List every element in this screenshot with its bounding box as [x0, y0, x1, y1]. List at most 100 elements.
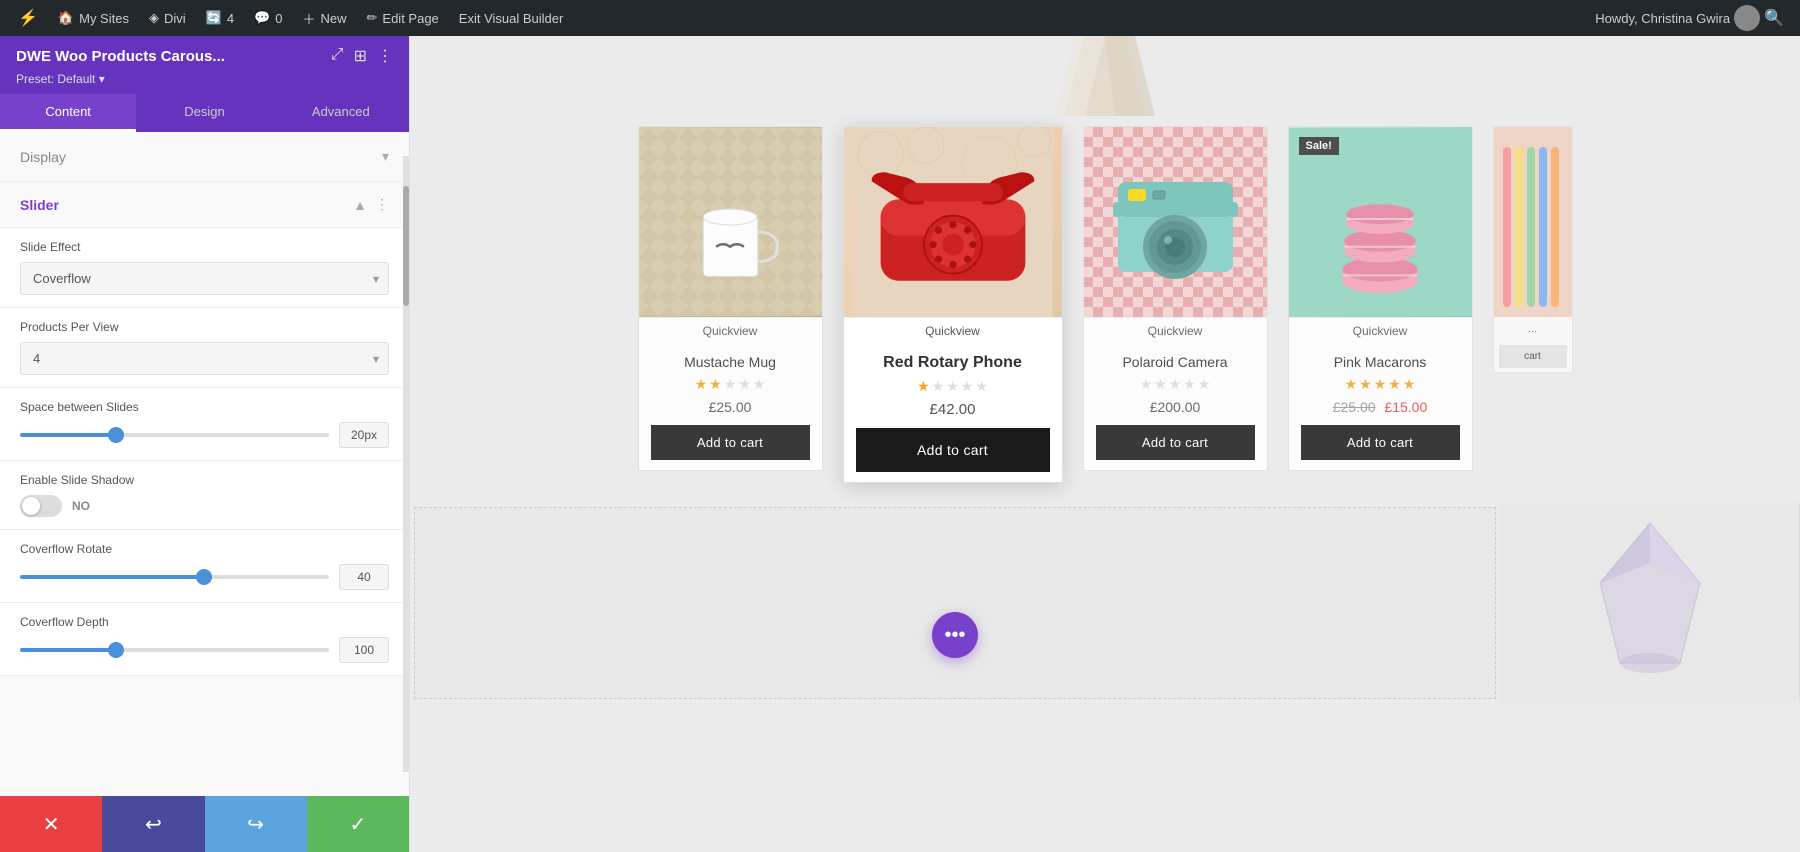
product-image-partial — [1493, 127, 1573, 317]
add-to-cart-mug[interactable]: Add to cart — [651, 425, 810, 460]
exit-visual-builder-btn[interactable]: Exit Visual Builder — [449, 0, 574, 36]
settings-panel: DWE Woo Products Carous... ⤢ ⊞ ⋮ Preset:… — [0, 36, 410, 852]
coverflow-depth-label: Coverflow Depth — [20, 615, 389, 629]
updates-icon: 🔄 — [206, 10, 222, 26]
product-price-phone: £42.00 — [856, 401, 1050, 418]
product-price-mug: £25.00 — [651, 399, 810, 415]
product-card-camera: Quickview Polaroid Camera ★ ★ ★ ★ ★ £200… — [1083, 126, 1268, 471]
coverflow-depth-value: 100 — [339, 637, 389, 663]
user-menu[interactable]: Howdy, Christina Gwira 🔍 — [1595, 5, 1792, 31]
products-per-view-field: Products Per View 123456 ▾ — [0, 308, 409, 388]
products-per-view-select[interactable]: 123456 — [20, 342, 389, 375]
fab-button[interactable]: ••• — [932, 612, 978, 658]
plus-icon: ＋ — [302, 9, 315, 28]
partial-info: ... — [1493, 317, 1573, 341]
star2: ★ — [1154, 376, 1167, 393]
space-between-slides-field: Space between Slides 20px — [0, 388, 409, 461]
divi-icon: ◈ — [149, 10, 159, 26]
coverflow-depth-slider[interactable] — [20, 648, 329, 652]
slide-effect-label: Slide Effect — [20, 240, 389, 254]
slide-effect-select[interactable]: Coverflow Fade Slide Flip Cube — [20, 262, 389, 295]
coverflow-rotate-value: 40 — [339, 564, 389, 590]
comments-menu[interactable]: 💬 0 — [244, 0, 292, 36]
coverflow-rotate-slider[interactable] — [20, 575, 329, 579]
house-icon: 🏠 — [58, 10, 74, 26]
product-card-phone: Quickview Red Rotary Phone ★ ★ ★ ★ ★ £42… — [843, 126, 1063, 483]
quickview-bar-camera[interactable]: Quickview — [1084, 317, 1267, 344]
enable-slide-shadow-label: Enable Slide Shadow — [20, 473, 389, 487]
confirm-icon: ✓ — [349, 812, 366, 837]
add-to-cart-camera[interactable]: Add to cart — [1096, 425, 1255, 460]
star3: ★ — [1374, 376, 1387, 393]
resize-icon[interactable]: ⤢ — [331, 46, 344, 66]
space-between-slider[interactable] — [20, 433, 329, 437]
slider-more-icon[interactable]: ⋮ — [375, 196, 389, 213]
enable-slide-shadow-field: Enable Slide Shadow NO — [0, 461, 409, 530]
divi-menu[interactable]: ◈ Divi — [139, 0, 196, 36]
confirm-button[interactable]: ✓ — [307, 796, 409, 852]
new-menu[interactable]: ＋ New — [292, 0, 356, 36]
grid-icon[interactable]: ⊞ — [354, 46, 367, 66]
chevron-up-icon[interactable]: ▲ — [353, 197, 367, 213]
phone-illustration — [844, 127, 1062, 317]
star1: ★ — [695, 376, 708, 393]
product-info-phone: Red Rotary Phone ★ ★ ★ ★ ★ £42.00 Add to… — [844, 344, 1062, 482]
bottom-right-decoration — [1500, 503, 1800, 703]
panel-tabs: Content Design Advanced — [0, 94, 409, 132]
quickview-bar-macarons[interactable]: Quickview — [1289, 317, 1472, 344]
tab-advanced[interactable]: Advanced — [273, 94, 409, 132]
star3: ★ — [946, 378, 959, 395]
bottom-section: ••• — [410, 503, 1800, 703]
undo-button[interactable]: ↩ — [102, 796, 204, 852]
panel-title: DWE Woo Products Carous... — [16, 48, 225, 65]
quickview-bar-phone[interactable]: Quickview — [844, 317, 1062, 344]
my-sites-menu[interactable]: 🏠 My Sites — [48, 0, 139, 36]
search-icon[interactable]: 🔍 — [1764, 8, 1784, 28]
product-info-camera: Polaroid Camera ★ ★ ★ ★ ★ £200.00 Add to… — [1084, 344, 1267, 470]
product-name-phone: Red Rotary Phone — [856, 354, 1050, 372]
star4: ★ — [1183, 376, 1196, 393]
display-section-header[interactable]: Display ▾ — [0, 132, 409, 182]
undo-icon: ↩ — [145, 812, 162, 837]
preset-selector[interactable]: Preset: Default ▾ — [16, 72, 393, 94]
products-carousel: Quickview Mustache Mug ★ ★ ★ ★ ★ £25.00 … — [410, 116, 1800, 503]
panel-header: DWE Woo Products Carous... ⤢ ⊞ ⋮ Preset:… — [0, 36, 409, 94]
wp-logo[interactable]: ⚡ — [8, 0, 48, 36]
add-to-cart-macarons[interactable]: Add to cart — [1301, 425, 1460, 460]
star1: ★ — [917, 378, 930, 395]
star4: ★ — [738, 376, 751, 393]
tab-content[interactable]: Content — [0, 94, 136, 132]
macarons-illustration — [1289, 127, 1472, 317]
product-image-camera — [1083, 127, 1268, 317]
slide-shadow-value: NO — [72, 499, 90, 513]
stars-macarons: ★ ★ ★ ★ ★ — [1301, 376, 1460, 393]
wordpress-icon: ⚡ — [18, 8, 38, 28]
tab-design[interactable]: Design — [136, 94, 272, 132]
star5: ★ — [753, 376, 766, 393]
space-between-slides-label: Space between Slides — [20, 400, 389, 414]
slide-shadow-toggle[interactable] — [20, 495, 62, 517]
cancel-button[interactable]: ✕ — [0, 796, 102, 852]
bottom-left-area: ••• — [414, 507, 1496, 699]
partial-add-to-cart[interactable]: cart — [1499, 345, 1567, 368]
scrollbar[interactable] — [403, 156, 409, 772]
redo-button[interactable]: ↪ — [205, 796, 307, 852]
coverflow-rotate-field: Coverflow Rotate 40 — [0, 530, 409, 603]
coverflow-depth-field: Coverflow Depth 100 — [0, 603, 409, 676]
slide-effect-field: Slide Effect Coverflow Fade Slide Flip C… — [0, 228, 409, 308]
product-image-phone — [844, 127, 1062, 317]
slider-section-header[interactable]: Slider ▲ ⋮ — [0, 182, 409, 228]
quickview-bar-mug[interactable]: Quickview — [639, 317, 822, 344]
top-decoration — [410, 36, 1800, 116]
mug-illustration — [639, 127, 822, 317]
star1: ★ — [1140, 376, 1153, 393]
bottom-right-area — [1500, 503, 1800, 703]
coverflow-rotate-label: Coverflow Rotate — [20, 542, 389, 556]
stars-phone: ★ ★ ★ ★ ★ — [856, 378, 1050, 395]
edit-page-btn[interactable]: ✏ Edit Page — [357, 0, 449, 36]
updates-menu[interactable]: 🔄 4 — [196, 0, 244, 36]
add-to-cart-phone[interactable]: Add to cart — [856, 428, 1050, 472]
original-price: £25.00 — [1333, 399, 1376, 415]
more-icon[interactable]: ⋮ — [377, 46, 393, 66]
product-image-mug — [639, 127, 822, 317]
